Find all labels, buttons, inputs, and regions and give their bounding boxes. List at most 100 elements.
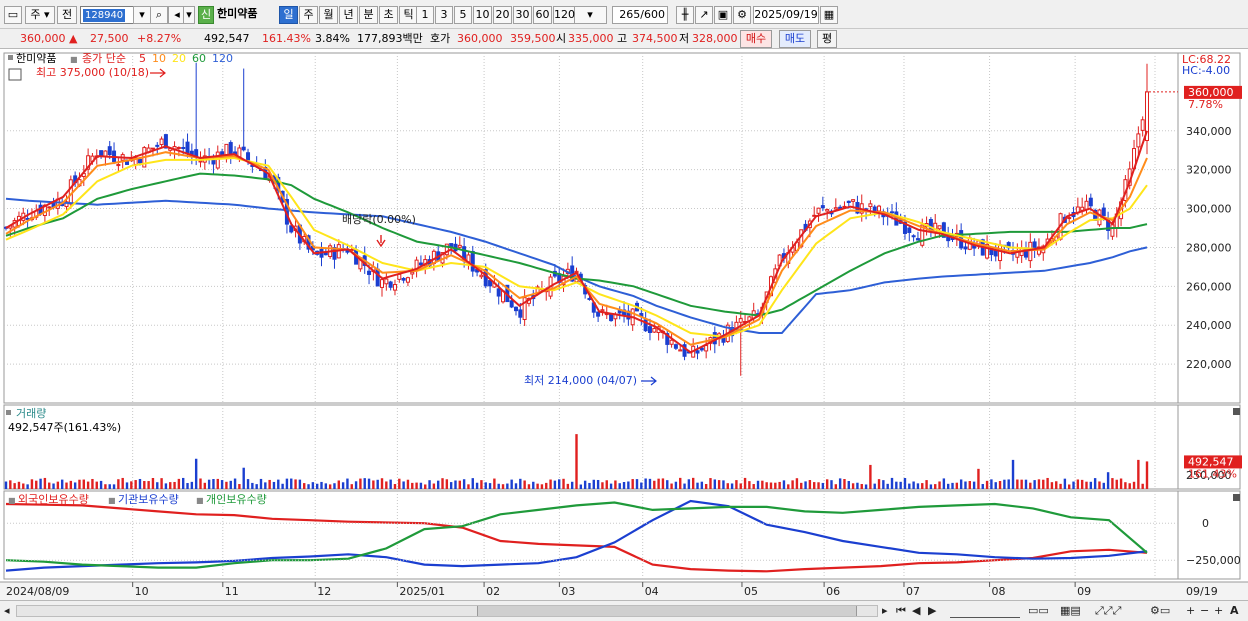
interval-tab-120[interactable]: 120 — [553, 6, 575, 24]
volume-bar — [903, 478, 907, 489]
search-icon[interactable]: ⌕ — [150, 6, 168, 24]
candle-body — [695, 350, 700, 354]
volume-bar — [575, 434, 578, 489]
font-size-icon[interactable]: A — [1230, 604, 1239, 618]
count-input[interactable]: 265/600 — [612, 6, 668, 24]
volume-bar — [385, 481, 388, 489]
volume-bar — [60, 479, 64, 489]
scroll-right-icon[interactable]: ▸ — [882, 604, 888, 618]
period-tab-4[interactable]: 분 — [359, 6, 378, 24]
eval-button[interactable]: 평 — [817, 30, 837, 48]
scroll-thumb[interactable] — [477, 606, 857, 616]
scroll-left-icon[interactable]: ◂ — [4, 604, 10, 618]
layout-icon[interactable]: ▭▭ — [1028, 604, 1049, 618]
volume-bar — [942, 478, 946, 489]
period-select[interactable]: 주 ▾ — [25, 6, 55, 24]
volume-bar — [424, 484, 427, 489]
period-tab-1[interactable]: 주 — [299, 6, 318, 24]
volume-bar — [946, 483, 950, 489]
volume-bar — [454, 480, 457, 489]
volume-bar — [717, 480, 721, 489]
volume-bar — [73, 482, 77, 489]
legend-name: 한미약품 — [16, 51, 56, 65]
chevron-down-icon[interactable]: ▾ — [183, 6, 195, 24]
candle-body — [181, 146, 186, 149]
volume-bar — [199, 478, 202, 489]
zoom-slider[interactable] — [950, 604, 1020, 618]
volume-bar — [540, 484, 544, 489]
calendar-icon[interactable]: ▦ — [820, 6, 838, 24]
volume-bar — [91, 478, 94, 489]
volume-bar — [229, 480, 232, 489]
volume-bar — [877, 479, 881, 489]
holding-tick-0: 0 — [1202, 517, 1209, 530]
save-icon[interactable]: ▣ — [714, 6, 732, 24]
volume-bar — [445, 479, 449, 489]
tool-icon[interactable]: ⚙▭ — [1150, 604, 1170, 618]
chevron-down-icon[interactable]: ▾ — [133, 6, 151, 24]
zoom-out-icon[interactable]: − — [1200, 604, 1209, 618]
interval-tab-10[interactable]: 10 — [473, 6, 492, 24]
volume-bar — [497, 483, 500, 489]
high-label: 고 — [617, 32, 628, 45]
line-tool-icon[interactable]: ↗ — [695, 6, 713, 24]
candle-body — [137, 158, 142, 164]
back-icon[interactable]: ◀ — [912, 604, 920, 618]
volume-bar — [441, 478, 444, 489]
candle-body — [107, 146, 112, 156]
volume-bar — [406, 479, 410, 489]
ask-label: 호가 — [430, 32, 451, 45]
volume-bar — [26, 484, 29, 489]
zoom-in-icon[interactable]: + — [1186, 604, 1195, 618]
volume-value-label: 492,547주(161.43%) — [8, 421, 121, 434]
legend-ma-20: 20 — [172, 52, 186, 65]
interval-dropdown[interactable]: ▾ — [573, 6, 607, 24]
period-tab-3[interactable]: 년 — [339, 6, 358, 24]
sell-button[interactable]: 매도 — [779, 30, 811, 48]
scrollbar[interactable] — [16, 605, 878, 617]
zoom-reset-icon[interactable]: + — [1214, 604, 1223, 618]
prev-button[interactable]: 전 — [57, 6, 77, 24]
interval-tab-3[interactable]: 3 — [435, 6, 453, 24]
volume-bar — [436, 480, 440, 489]
candle-body — [669, 339, 674, 345]
period-tab-0[interactable]: 일 — [279, 6, 298, 24]
stock-chart[interactable]: 220,000 240,000 260,000 280,000 300,000 320,0… — [0, 49, 1248, 600]
volume-bar — [817, 482, 820, 489]
volume-bar — [1076, 479, 1080, 489]
gear-icon[interactable]: ⚙ — [733, 6, 751, 24]
interval-tab-20[interactable]: 20 — [493, 6, 512, 24]
volume-bar — [687, 479, 691, 489]
volume-bar — [860, 483, 863, 489]
period-tab-5[interactable]: 초 — [379, 6, 398, 24]
buy-button[interactable]: 매수 — [740, 30, 772, 48]
candle-body — [99, 150, 104, 156]
high-annotation: 최고 375,000 (10/18) — [36, 66, 149, 79]
volume-bar — [432, 483, 436, 489]
volume-bar — [203, 482, 207, 489]
price-change: 27,500 — [90, 32, 129, 45]
window-icon[interactable]: ▭ — [4, 6, 22, 24]
indicator-icon — [8, 68, 22, 81]
volume-bar — [618, 483, 621, 489]
volume-bar — [4, 481, 8, 489]
volume-bar — [220, 480, 224, 489]
period-tab-2[interactable]: 월 — [319, 6, 338, 24]
candle-icon[interactable]: ╫ — [676, 6, 694, 24]
candle-body — [384, 278, 389, 285]
volume-bar — [303, 483, 306, 489]
grid-icon[interactable]: ▦▤ — [1060, 604, 1081, 618]
draw-icon[interactable]: ⤢⤢⤢ — [1095, 604, 1121, 618]
interval-tab-60[interactable]: 60 — [533, 6, 552, 24]
interval-tab-1[interactable]: 1 — [416, 6, 434, 24]
forward-icon[interactable]: ▶ — [928, 604, 936, 618]
volume-bar — [631, 479, 634, 489]
date-input[interactable]: 2025/09/19 — [753, 6, 819, 24]
candle-body — [877, 205, 882, 212]
candle-body — [185, 141, 190, 155]
interval-tab-30[interactable]: 30 — [513, 6, 532, 24]
y-tick-label-4: 300,000 — [1186, 203, 1232, 216]
volume-bar — [704, 484, 708, 489]
first-icon[interactable]: ⏮ — [896, 604, 906, 618]
interval-tab-5[interactable]: 5 — [454, 6, 472, 24]
